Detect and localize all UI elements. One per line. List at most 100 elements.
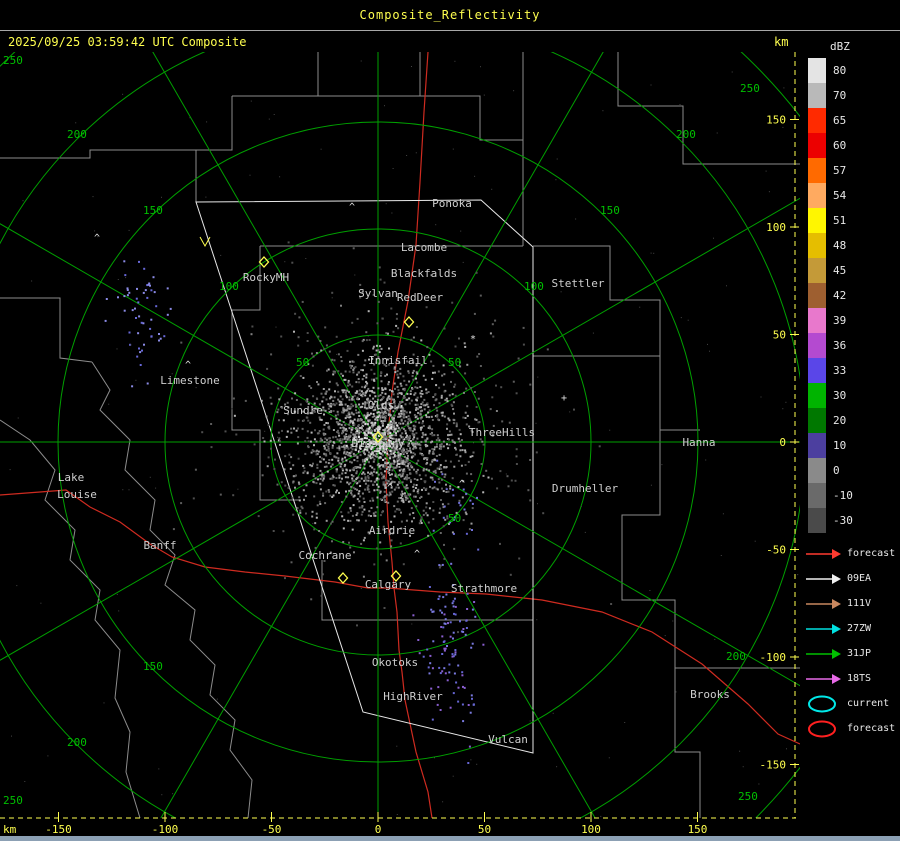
- colorbar-entry: 20: [808, 408, 900, 433]
- axis-right: 150 100 50 0 -50 -100 -150: [760, 52, 799, 818]
- city-label: Drumheller: [552, 482, 619, 495]
- city-label: Okotoks: [372, 656, 418, 669]
- colorbar-entry: 45: [808, 258, 900, 283]
- colorbar-swatch: [808, 233, 826, 258]
- colorbar-value: 30: [833, 389, 847, 402]
- colorbar-entry: -10: [808, 483, 900, 508]
- colorbar-swatch: [808, 508, 826, 533]
- colorbar-entry: -30: [808, 508, 900, 533]
- colorbar: 80 70 65 60 57 54 51 48 45 42 39 36 33 30 20 10 0 -10 -30: [800, 58, 900, 533]
- svg-text:50: 50: [296, 356, 309, 369]
- city-label: Blackfalds: [391, 267, 457, 280]
- legend-label: forecast: [847, 723, 896, 734]
- track-arrow-icon: [806, 673, 841, 684]
- legend-item: 18TS: [804, 666, 900, 691]
- colorbar-entry: 39: [808, 308, 900, 333]
- city-label: Ponoka: [432, 197, 472, 210]
- svg-text:100: 100: [766, 221, 786, 234]
- svg-text:150: 150: [143, 204, 163, 217]
- svg-text:200: 200: [676, 128, 696, 141]
- colorbar-entry: 80: [808, 58, 900, 83]
- storm-ellipse-icon: [808, 720, 836, 737]
- colorbar-value: 10: [833, 439, 847, 452]
- colorbar-entry: 33: [808, 358, 900, 383]
- svg-text:50: 50: [478, 823, 491, 836]
- legend-item: 31JP: [804, 641, 900, 666]
- colorbar-swatch: [808, 158, 826, 183]
- colorbar-entry: 70: [808, 83, 900, 108]
- svg-text:150: 150: [600, 204, 620, 217]
- svg-text:-150: -150: [760, 759, 787, 772]
- colorbar-value: 48: [833, 239, 847, 252]
- legend-label: forecast: [847, 548, 896, 559]
- colorbar-swatch: [808, 333, 826, 358]
- svg-text:+: +: [319, 470, 325, 481]
- legend-label: current: [847, 698, 890, 709]
- colorbar-value: 0: [833, 464, 840, 477]
- colorbar-value: 51: [833, 214, 847, 227]
- colorbar-entry: 51: [808, 208, 900, 233]
- svg-text:-100: -100: [152, 823, 179, 836]
- city-label: ThreeHills: [469, 426, 535, 439]
- svg-text:50: 50: [773, 329, 786, 342]
- legend-panel: dBZ 80 70 65 60 57 54 51 48 45 42 39 36 33 30 20 10 0 -10…: [800, 30, 900, 836]
- city-label: Limestone: [160, 374, 220, 387]
- svg-text:+: +: [561, 393, 567, 404]
- svg-text:50: 50: [448, 356, 461, 369]
- svg-text:*: *: [470, 334, 476, 345]
- city-label: Olds: [368, 399, 395, 412]
- radar-map-area[interactable]: 50 100 150 200 250 50 100 150 200 250 150 200 250 50 2…: [0, 52, 800, 836]
- city-label: Didsbury: [352, 437, 405, 450]
- legend-item: 09EA: [804, 566, 900, 591]
- colorbar-value: 45: [833, 264, 847, 277]
- colorbar-swatch: [808, 458, 826, 483]
- colorbar-swatch: [808, 58, 826, 83]
- legend-label: 09EA: [847, 573, 872, 584]
- colorbar-entry: 48: [808, 233, 900, 258]
- colorbar-swatch: [808, 483, 826, 508]
- svg-text:-100: -100: [760, 651, 787, 664]
- colorbar-swatch: [808, 358, 826, 383]
- svg-text:0: 0: [779, 436, 786, 449]
- svg-text:200: 200: [67, 736, 87, 749]
- legend-item: forecast: [804, 541, 900, 566]
- ring-distance-labels: 50 100 150 200 250 50 100 150 200 250 150 200 250 50 2…: [3, 54, 760, 807]
- colorbar-value: 42: [833, 289, 847, 302]
- legend-item: 27ZW: [804, 616, 900, 641]
- colorbar-value: 65: [833, 114, 847, 127]
- legend-item: current: [804, 691, 900, 716]
- legend-label: 18TS: [847, 673, 872, 684]
- legend-label: 111V: [847, 598, 872, 609]
- colorbar-swatch: [808, 408, 826, 433]
- svg-text:^: ^: [414, 549, 420, 560]
- colorbar-swatch: [808, 258, 826, 283]
- colorbar-value: 39: [833, 314, 847, 327]
- track-legend: forecast 09EA 111V 27ZW 31JP 18TS current forec…: [800, 541, 900, 741]
- svg-text:^: ^: [387, 483, 393, 494]
- titlebar: Composite_Reflectivity: [0, 0, 900, 31]
- colorbar-value: 54: [833, 189, 847, 202]
- svg-text:250: 250: [740, 82, 760, 95]
- colorbar-value: 70: [833, 89, 847, 102]
- radar-map-svg[interactable]: 50 100 150 200 250 50 100 150 200 250 150 200 250 50 2…: [0, 52, 800, 836]
- svg-text:^: ^: [349, 202, 355, 213]
- colorbar-swatch: [808, 183, 826, 208]
- colorbar-title: dBZ: [830, 40, 850, 53]
- city-label: Stettler: [552, 277, 605, 290]
- city-label: Innisfail: [368, 354, 428, 367]
- svg-text:-150: -150: [45, 823, 72, 836]
- city-label: Airdrie: [369, 524, 415, 537]
- city-label: Hanna: [682, 436, 715, 449]
- colorbar-value: 20: [833, 414, 847, 427]
- radar-site-icon: [403, 316, 415, 328]
- timestamp: 2025/09/25 03:59:42 UTC Composite: [8, 35, 247, 49]
- track-arrow-icon: [806, 648, 841, 659]
- svg-text:-50: -50: [766, 544, 786, 557]
- city-label: RedDeer: [397, 291, 444, 304]
- colorbar-entry: 42: [808, 283, 900, 308]
- track-arrow-icon: [806, 623, 841, 634]
- colorbar-entry: 65: [808, 108, 900, 133]
- svg-text:250: 250: [3, 54, 23, 67]
- track-arrow-icon: [806, 548, 841, 559]
- colorbar-value: 57: [833, 164, 847, 177]
